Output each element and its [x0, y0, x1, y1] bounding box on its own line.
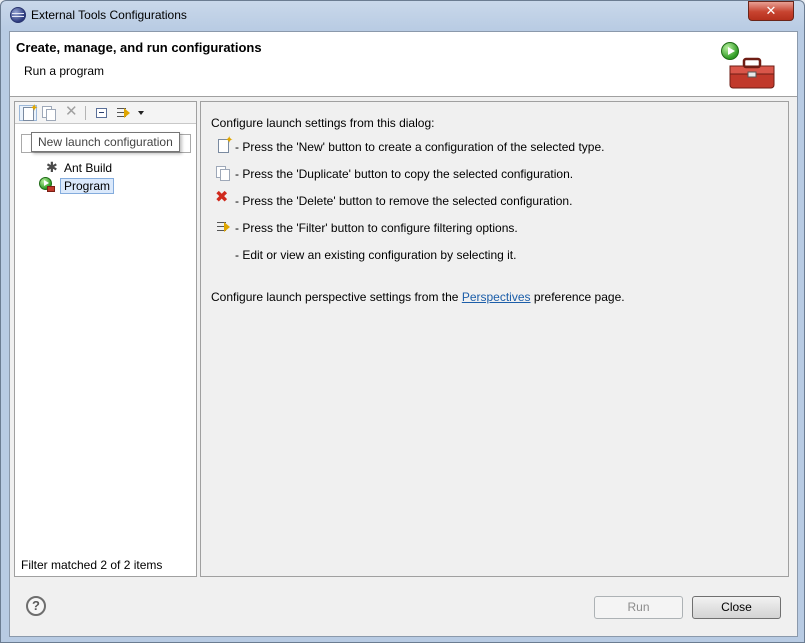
delete-icon: ✕ — [65, 103, 78, 120]
filter-button[interactable] — [115, 105, 133, 121]
chevron-down-icon — [138, 111, 144, 115]
filter-icon — [115, 105, 131, 121]
eclipse-icon — [10, 7, 26, 23]
filter-icon — [215, 219, 231, 235]
configuration-info-panel: Configure launch settings from this dial… — [200, 101, 789, 577]
page-title: Create, manage, and run configurations — [16, 40, 262, 55]
duplicate-button[interactable] — [41, 105, 59, 121]
help-item-duplicate: - Press the 'Duplicate' button to copy t… — [215, 165, 573, 183]
perspective-text: Configure launch perspective settings fr… — [211, 290, 625, 304]
window-close-button[interactable]: ✕ — [748, 1, 794, 21]
duplicate-icon — [215, 165, 231, 181]
run-button[interactable]: Run — [594, 596, 683, 619]
intro-text: Configure launch settings from this dial… — [211, 116, 435, 130]
tree-item-label: Program — [60, 178, 115, 194]
title-bar: External Tools Configurations ✕ — [1, 1, 804, 31]
delete-icon: ✖ — [215, 189, 229, 206]
tree-item-label: Ant Build — [64, 161, 113, 175]
collapse-all-button[interactable] — [93, 105, 111, 121]
configurations-tree-panel: ✦ ✕ New launch configuration ✱ Ant Build… — [14, 101, 197, 577]
page-subtitle: Run a program — [24, 64, 105, 78]
help-item-new: ✦ - Press the 'New' button to create a co… — [215, 136, 604, 156]
new-document-icon: ✦ — [215, 136, 233, 154]
tooltip: New launch configuration — [31, 132, 180, 152]
filter-menu-dropdown[interactable] — [135, 105, 147, 121]
close-button[interactable]: Close — [692, 596, 781, 619]
new-configuration-button[interactable]: ✦ — [19, 104, 38, 121]
tree-item-ant-build[interactable]: ✱ Ant Build — [43, 159, 112, 177]
toolbar-separator — [85, 106, 86, 120]
delete-button[interactable]: ✕ — [63, 103, 81, 121]
window-title: External Tools Configurations — [31, 8, 187, 22]
help-button[interactable]: ? — [26, 596, 46, 616]
collapse-all-icon — [96, 108, 107, 118]
filter-status: Filter matched 2 of 2 items — [21, 558, 163, 572]
dialog-window: External Tools Configurations ✕ Create, … — [0, 0, 805, 643]
toolbox-icon — [729, 57, 775, 89]
tree-item-program[interactable]: Program — [39, 177, 115, 195]
tree-toolbar: ✦ ✕ — [15, 102, 196, 124]
help-item-filter: - Press the 'Filter' button to configure… — [215, 219, 518, 237]
dialog-client: Create, manage, and run configurations R… — [9, 31, 798, 637]
ant-icon: ✱ — [46, 159, 58, 175]
perspectives-link[interactable]: Perspectives — [462, 290, 531, 304]
help-item-edit: - Edit or view an existing configuration… — [235, 248, 517, 262]
dialog-header: Create, manage, and run configurations R… — [10, 32, 797, 97]
help-item-delete: ✖ - Press the 'Delete' button to remove t… — [215, 189, 573, 209]
program-icon — [39, 177, 55, 193]
